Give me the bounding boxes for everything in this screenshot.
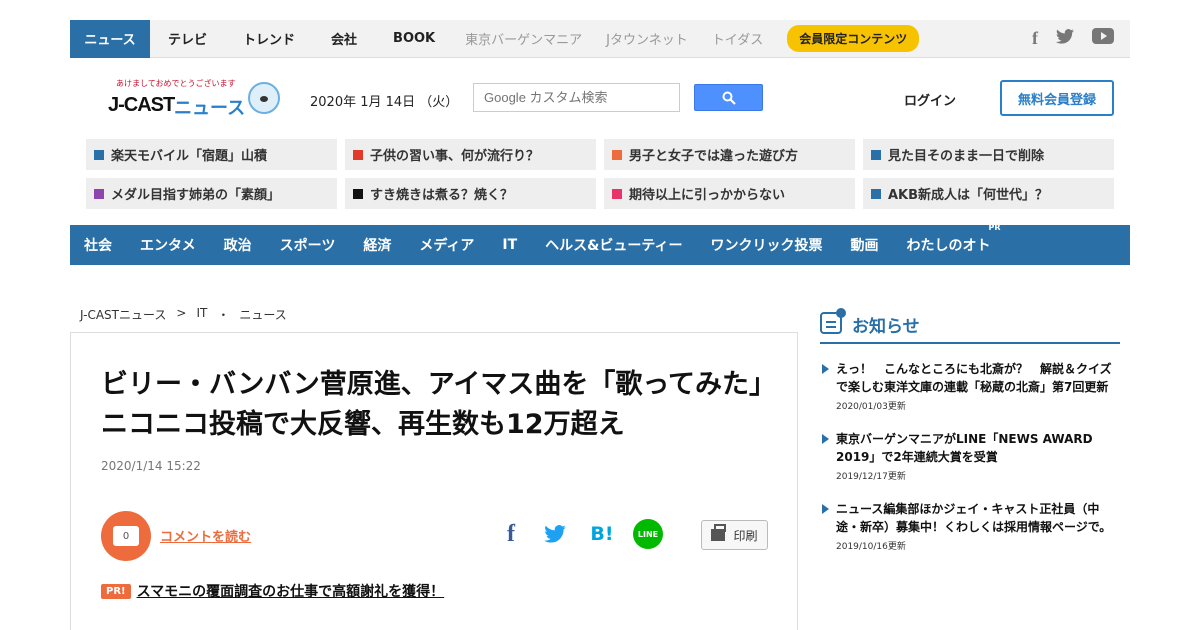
facebook-share-icon[interactable]: f xyxy=(496,519,526,549)
headline-link[interactable]: 期待以上に引っかからない xyxy=(604,178,855,209)
headline-link[interactable]: 楽天モバイル「宿題」山積 xyxy=(86,139,337,170)
notice-list: えっ！ こんなところにも北斎が？ 解説＆クイズで楽しむ東洋文庫の連載「秘蔵の北斎… xyxy=(820,360,1120,570)
category-watashi-no-oto[interactable]: わたしのオト PR xyxy=(907,223,1001,255)
mascot-icon xyxy=(248,82,280,114)
twitter-share-icon[interactable] xyxy=(540,519,570,549)
print-label: 印刷 xyxy=(733,528,758,543)
category-sports[interactable]: スポーツ xyxy=(280,235,336,255)
logo-news: ニュース xyxy=(174,98,246,119)
youtube-icon[interactable] xyxy=(1092,28,1114,49)
search-input[interactable] xyxy=(473,83,680,112)
triangle-bullet-icon xyxy=(822,364,829,374)
search-button[interactable] xyxy=(694,84,763,111)
tab-book[interactable]: BOOK xyxy=(375,20,453,58)
breadcrumb-separator: > xyxy=(176,306,187,320)
category-it[interactable]: IT xyxy=(502,237,517,253)
current-date: 2020年 1月 14日 （火） xyxy=(310,95,459,110)
breadcrumb-news[interactable]: ニュース xyxy=(239,306,286,323)
breadcrumb: J-CASTニュース > IT ・ ニュース xyxy=(80,306,287,323)
bullet-square-icon xyxy=(94,188,104,199)
breadcrumb-separator: ・ xyxy=(217,308,230,322)
category-video[interactable]: 動画 xyxy=(851,235,879,255)
notice-item[interactable]: ニュース編集部ほかジェイ・キャスト正社員（中途・新卒）募集中！くわしくは採用情報… xyxy=(820,500,1120,552)
headline-link[interactable]: 子供の習い事、何が流行り？ xyxy=(345,139,596,170)
headline-link[interactable]: すき焼きは煮る？焼く？ xyxy=(345,178,596,209)
article-box: ビリー・バンバン菅原進、アイマス曲を「歌ってみた」 ニコニコ投稿で大反響、再生数… xyxy=(70,332,798,630)
notice-icon xyxy=(820,308,846,334)
tab-toidasu[interactable]: トイダス xyxy=(700,20,775,58)
notice-item[interactable]: 東京バーゲンマニアがLINE「NEWS AWARD 2019」で2年連続大賞を受… xyxy=(820,430,1120,482)
category-entertainment[interactable]: エンタメ xyxy=(140,235,196,255)
social-links: f xyxy=(1032,28,1130,49)
search-icon xyxy=(722,91,736,105)
logo-wordmark: J-CAST xyxy=(108,94,175,116)
comment-count-button[interactable]: 0 xyxy=(101,511,151,561)
tab-trend[interactable]: トレンド xyxy=(225,20,313,58)
bullet-square-icon xyxy=(353,149,363,160)
breadcrumb-it[interactable]: IT xyxy=(196,306,207,323)
comment-bubble-icon: 0 xyxy=(113,526,139,546)
site-logo[interactable]: あけましておめでとうございます J-CAST ニュース xyxy=(88,78,288,122)
print-button[interactable]: 印刷 xyxy=(701,520,768,550)
triangle-bullet-icon xyxy=(822,504,829,514)
headline-link[interactable]: AKB新成人は「何世代」？ xyxy=(863,178,1114,209)
notice-item[interactable]: えっ！ こんなところにも北斎が？ 解説＆クイズで楽しむ東洋文庫の連載「秘蔵の北斎… xyxy=(820,360,1120,412)
breadcrumb-home[interactable]: J-CASTニュース xyxy=(80,306,166,323)
category-media[interactable]: メディア xyxy=(419,235,474,255)
headline-link[interactable]: 男子と女子では違った遊び方 xyxy=(604,139,855,170)
tab-news[interactable]: ニュース xyxy=(70,19,150,58)
headline-link[interactable]: メダル目指す姉弟の「素顔」 xyxy=(86,178,337,209)
category-navigation: 社会 エンタメ 政治 スポーツ 経済 メディア IT ヘルス&ビューティー ワン… xyxy=(70,223,1130,265)
pr-badge: PR! xyxy=(101,583,131,599)
category-society[interactable]: 社会 xyxy=(84,235,112,255)
category-one-click-poll[interactable]: ワンクリック投票 xyxy=(711,235,823,255)
pr-ad-row: PR! スマモニの覆面調査のお仕事で高額謝礼を獲得！ xyxy=(101,581,444,601)
bullet-square-icon xyxy=(871,149,881,160)
tab-tokyo-bargain[interactable]: 東京バーゲンマニア xyxy=(453,20,594,58)
hatena-bookmark-share-icon[interactable]: B! xyxy=(587,519,617,549)
tab-j-town-net[interactable]: Jタウンネット xyxy=(594,20,700,58)
tab-company[interactable]: 会社 xyxy=(313,20,375,58)
bullet-square-icon xyxy=(94,149,104,160)
top-navigation-bar: ニュース テレビ トレンド 会社 BOOK 東京バーゲンマニア Jタウンネット … xyxy=(70,19,1130,58)
bullet-square-icon xyxy=(612,188,622,199)
article-timestamp: 2020/1/14 15:22 xyxy=(101,459,201,473)
notice-title: お知らせ xyxy=(852,317,920,337)
category-economy[interactable]: 経済 xyxy=(363,235,391,255)
printer-icon xyxy=(711,524,727,541)
tab-tv[interactable]: テレビ xyxy=(150,20,225,58)
bullet-square-icon xyxy=(612,149,622,160)
category-health-beauty[interactable]: ヘルス&ビューティー xyxy=(545,235,682,255)
category-politics[interactable]: 政治 xyxy=(224,235,252,255)
triangle-bullet-icon xyxy=(822,434,829,444)
bullet-square-icon xyxy=(871,188,881,199)
read-comments-link[interactable]: コメントを読む xyxy=(160,526,251,545)
twitter-icon[interactable] xyxy=(1056,28,1074,49)
bullet-square-icon xyxy=(353,188,363,199)
pr-label: PR xyxy=(988,223,1001,232)
site-header: あけましておめでとうございます J-CAST ニュース 2020年 1月 14日… xyxy=(70,70,1130,130)
logo-greeting: あけましておめでとうございます xyxy=(116,79,236,88)
register-button[interactable]: 無料会員登録 xyxy=(1000,80,1114,116)
members-only-badge[interactable]: 会員限定コンテンツ xyxy=(787,25,920,52)
article-title: ビリー・バンバン菅原進、アイマス曲を「歌ってみた」 ニコニコ投稿で大反響、再生数… xyxy=(101,369,790,440)
login-link[interactable]: ログイン xyxy=(904,90,956,109)
line-share-icon[interactable]: LINE xyxy=(633,519,663,549)
pr-ad-link[interactable]: スマモニの覆面調査のお仕事で高額謝礼を獲得！ xyxy=(137,581,445,601)
facebook-icon[interactable]: f xyxy=(1032,28,1038,49)
headline-links: 楽天モバイル「宿題」山積 子供の習い事、何が流行り？ 男子と女子では違った遊び方… xyxy=(86,139,1114,209)
headline-link[interactable]: 見た目そのまま一日で削除 xyxy=(863,139,1114,170)
notice-header: お知らせ xyxy=(820,308,1120,344)
